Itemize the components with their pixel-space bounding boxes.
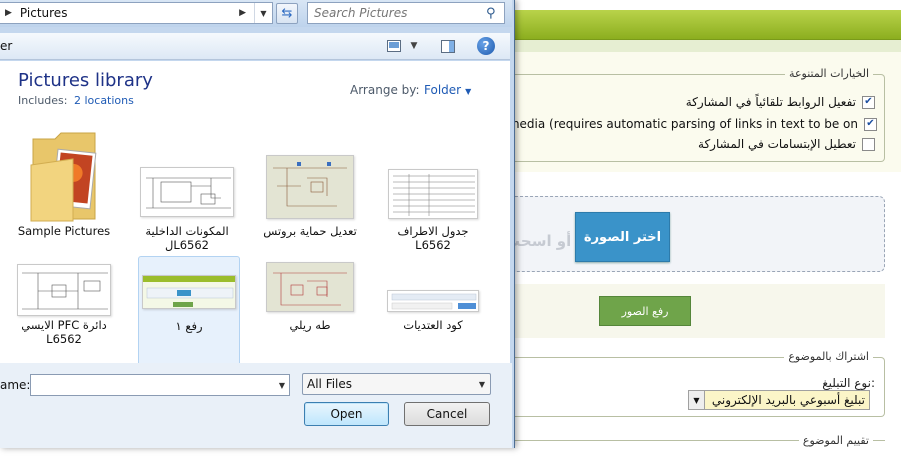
help-icon[interactable]: ? bbox=[477, 37, 495, 55]
file-item-label: Sample Pictures bbox=[17, 224, 111, 238]
checkbox-auto-links[interactable]: ✔ bbox=[862, 95, 875, 109]
schematic-thumbnail-icon bbox=[140, 167, 234, 217]
file-item-label: جدول الاطراف L6562 bbox=[397, 224, 469, 252]
toolbar-cut-label[interactable]: er bbox=[0, 39, 12, 53]
option-label: تفعيل الروابط تلقائياً في المشاركة bbox=[685, 95, 856, 109]
address-path[interactable]: Pictures bbox=[20, 6, 234, 20]
file-item-label: الايسي PFC دائرة L6562 bbox=[21, 318, 107, 346]
arrange-by-dropdown[interactable]: Folder ▼ bbox=[424, 83, 471, 97]
folder-icon bbox=[30, 132, 97, 222]
file-item-label: المكونات الداخلية لL6562 bbox=[145, 224, 229, 252]
screenshot-thumbnail-icon bbox=[387, 290, 479, 312]
breadcrumb-arrow-icon[interactable]: ▶ bbox=[239, 8, 246, 18]
rating-legend: تقييم الموضوع bbox=[798, 434, 873, 447]
refresh-icon: ⇆ bbox=[281, 6, 293, 21]
file-item-proteus-protection[interactable]: تعديل حماية بروتس bbox=[259, 121, 361, 245]
file-item-label: تعديل حماية بروتس bbox=[263, 224, 357, 238]
search-icon[interactable]: ⚲ bbox=[486, 6, 504, 21]
subscription-legend: اشتراك بالموضوع bbox=[784, 350, 873, 363]
library-includes: Includes: 2 locations bbox=[18, 94, 134, 107]
cancel-button[interactable]: Cancel bbox=[404, 402, 490, 426]
refresh-button[interactable]: ⇆ bbox=[276, 3, 298, 24]
checkbox-embed-media[interactable]: ✔ bbox=[864, 117, 877, 131]
upload-images-button[interactable]: رفع الصور bbox=[599, 296, 691, 326]
chevron-down-icon: ▼ bbox=[465, 87, 472, 96]
locations-link[interactable]: 2 locations bbox=[74, 94, 134, 107]
file-list-pane: Pictures library Includes: 2 locations A… bbox=[0, 61, 510, 380]
file-item-label: كود العتديات bbox=[403, 318, 463, 332]
command-toolbar: er ▼ ? bbox=[0, 33, 510, 60]
upload-bar bbox=[505, 284, 885, 338]
open-file-dialog: ▶ Pictures ▶ ▼ ⇆ ⚲ er ▼ ? Pictures libra… bbox=[0, 0, 515, 448]
option-label: bed media (requires automatic parsing of… bbox=[481, 117, 858, 131]
file-item-upload-1[interactable]: رفع ١ bbox=[138, 256, 240, 380]
arrange-by-label: Arrange by: bbox=[350, 83, 420, 97]
notification-type-value: تبليغ أسبوعي بالبريد الإلكتروني bbox=[711, 393, 865, 407]
schematic-thumbnail-icon bbox=[266, 155, 354, 219]
file-item-pin-table[interactable]: جدول الاطراف L6562 bbox=[382, 121, 484, 252]
file-item-taha-relay[interactable]: طه ريلي bbox=[259, 256, 361, 380]
option-embed-media[interactable]: bed media (requires automatic parsing of… bbox=[481, 115, 877, 133]
address-row: ▶ Pictures ▶ ▼ ⇆ ⚲ bbox=[0, 0, 512, 27]
chevron-down-icon[interactable]: ▼ bbox=[275, 381, 289, 390]
file-name-combo[interactable]: ▼ bbox=[30, 374, 290, 396]
search-input[interactable] bbox=[314, 6, 486, 20]
chevron-down-icon: ▼ bbox=[689, 391, 705, 409]
file-type-value: All Files bbox=[307, 377, 353, 391]
play-right-icon: ▶ bbox=[5, 8, 12, 18]
file-item-pfc-circuit[interactable]: الايسي PFC دائرة L6562 bbox=[13, 256, 115, 380]
address-bar[interactable]: ▶ Pictures ▶ ▼ bbox=[0, 2, 273, 24]
file-name-input[interactable] bbox=[31, 376, 275, 394]
file-name-label: ame: bbox=[0, 378, 31, 392]
search-box[interactable]: ⚲ bbox=[307, 2, 505, 24]
option-auto-links[interactable]: تفعيل الروابط تلقائياً في المشاركة ✔ bbox=[686, 93, 875, 111]
chevron-down-icon: ▼ bbox=[478, 379, 486, 389]
preview-pane-icon[interactable] bbox=[440, 38, 456, 54]
file-type-select[interactable]: All Files ▼ bbox=[302, 373, 491, 395]
view-dropdown-icon[interactable]: ▼ bbox=[408, 38, 420, 54]
notification-type-select[interactable]: ▼ تبليغ أسبوعي بالبريد الإلكتروني bbox=[688, 390, 870, 410]
arrange-by-value: Folder bbox=[424, 83, 462, 97]
open-button[interactable]: Open bbox=[304, 402, 389, 426]
options-legend: الخيارات المتنوعة bbox=[785, 67, 873, 80]
schematic-thumbnail-icon bbox=[266, 262, 354, 312]
table-thumbnail-icon bbox=[388, 169, 478, 219]
option-label: تعطيل الإبتسامات في المشاركة bbox=[698, 137, 856, 151]
file-item-internal-components[interactable]: المكونات الداخلية لL6562 bbox=[136, 121, 238, 252]
checkbox-disable-smilies[interactable] bbox=[862, 137, 875, 151]
file-item-label: طه ريلي bbox=[289, 318, 331, 332]
view-icon[interactable] bbox=[386, 38, 402, 54]
screenshot-thumbnail-icon bbox=[142, 275, 236, 309]
file-item-sample-pictures[interactable]: Sample Pictures bbox=[13, 121, 115, 245]
address-dropdown-icon[interactable]: ▼ bbox=[254, 3, 272, 23]
option-disable-smilies[interactable]: تعطيل الإبتسامات في المشاركة bbox=[698, 135, 875, 153]
file-item-forum-code[interactable]: كود العتديات bbox=[382, 256, 484, 380]
file-item-label: رفع ١ bbox=[175, 319, 203, 333]
library-title: Pictures library bbox=[18, 70, 153, 91]
includes-label: Includes: bbox=[18, 94, 68, 107]
forum-header-stripe bbox=[505, 40, 901, 52]
dialog-footer: ame: ▼ All Files ▼ Open Cancel bbox=[0, 363, 512, 448]
choose-image-button[interactable]: اختر الصورة bbox=[575, 212, 670, 262]
notification-type-label: نوع التبليغ: bbox=[822, 376, 875, 390]
schematic-thumbnail-icon bbox=[17, 264, 111, 316]
forum-header-bar bbox=[505, 10, 901, 40]
